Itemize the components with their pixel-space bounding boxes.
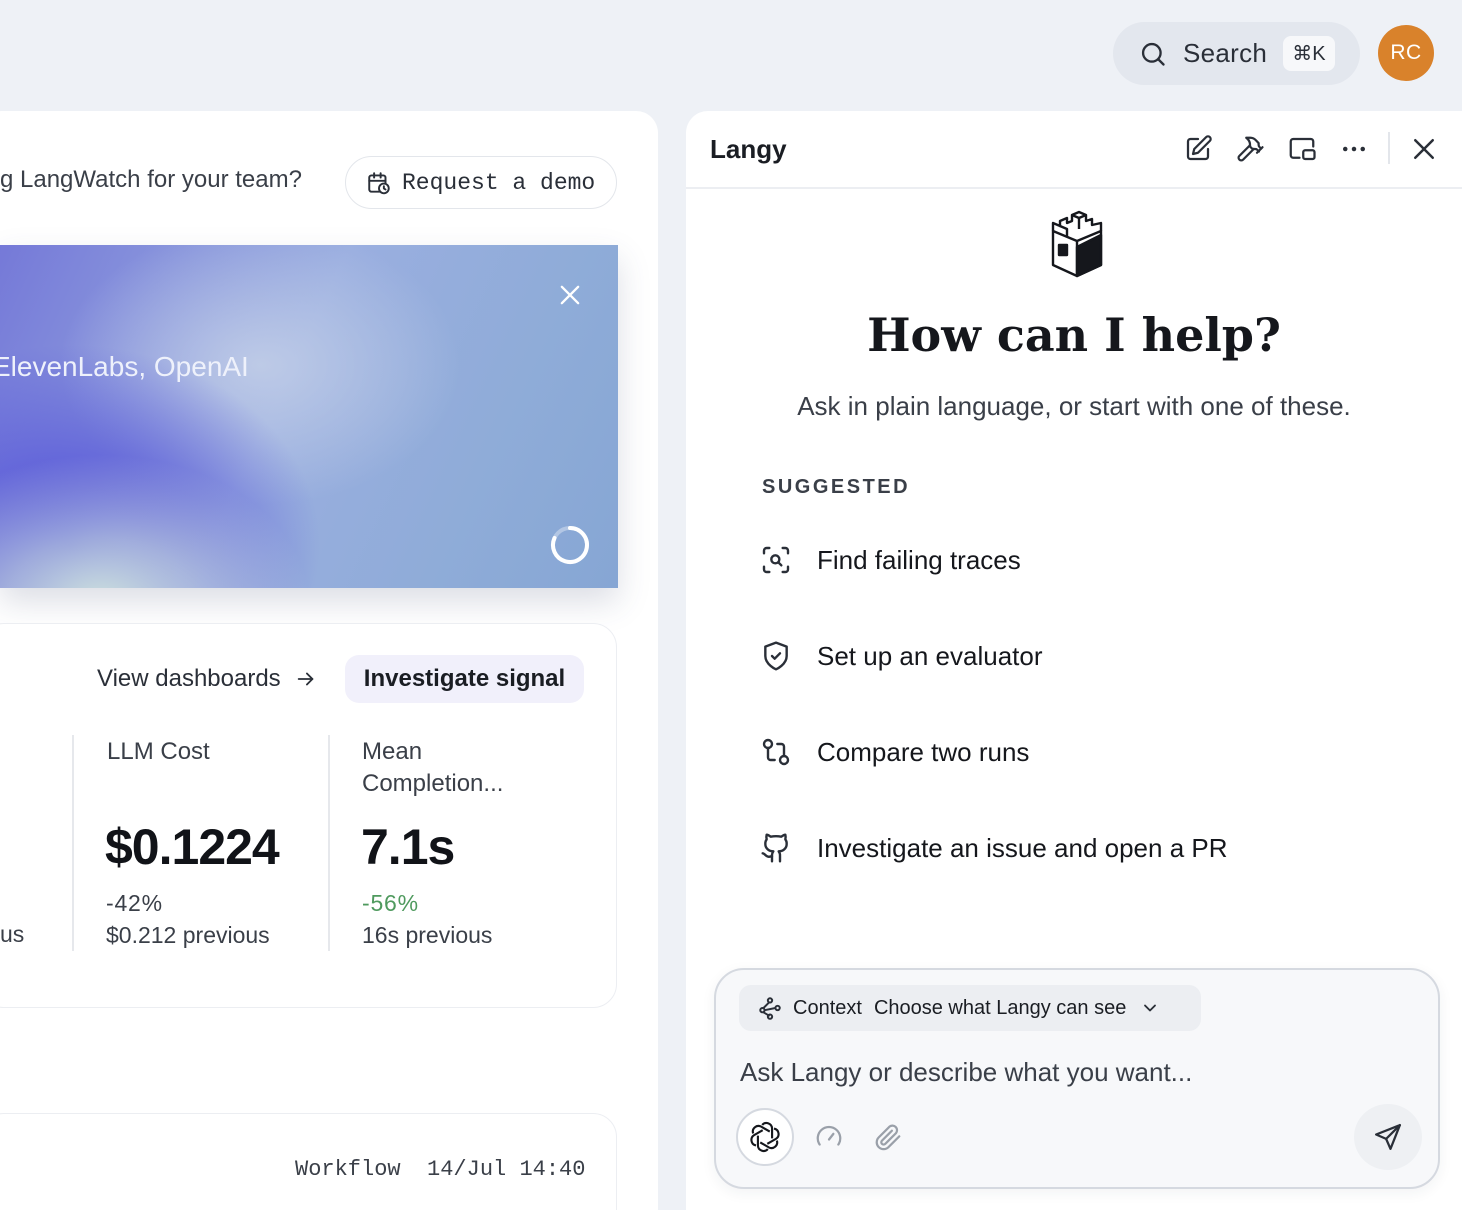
arrow-right-icon [297,672,314,686]
banner-close-icon[interactable] [556,281,584,309]
more-options-icon[interactable] [1339,134,1369,164]
workflow-label: Workflow [295,1157,401,1182]
request-demo-label: Request a demo [402,169,596,196]
metric-label-mean-completion: Mean Completion... [362,738,504,797]
github-icon [761,833,788,863]
suggestion-set-up-evaluator[interactable]: Set up an evaluator [760,636,1043,676]
hero-banner: ElevenLabs, OpenAI [0,245,618,588]
view-dashboards-link[interactable]: View dashboards [97,665,317,693]
metric-delta-llm-cost: -42% [106,890,163,916]
suggestion-compare-two-runs[interactable]: Compare two runs [760,732,1029,772]
metric-delta-mean-completion: -56% [362,890,419,916]
panel-title: Langy [710,134,787,164]
search-icon [1141,42,1165,66]
picture-in-picture-icon[interactable] [1287,134,1317,164]
model-selector-button[interactable] [736,1108,794,1166]
send-button[interactable] [1354,1104,1422,1170]
suggestion-label: Compare two runs [817,736,1030,767]
suggestion-label: Find failing traces [817,544,1021,575]
new-chat-icon[interactable] [1183,134,1213,164]
metric-label-llm-cost: LLM Cost [107,738,210,765]
metric-divider [328,735,330,951]
team-prompt-text: g LangWatch for your team? [0,166,302,193]
metric-divider [72,735,74,951]
workflow-timestamp: 14/Jul 14:40 [427,1157,586,1182]
metric-value-llm-cost: $0.1224 [105,819,280,875]
git-compare-icon [762,738,790,766]
workflow-row: Workflow 14/Jul 14:40 [295,1157,585,1182]
view-dashboards-label: View dashboards [97,665,281,692]
loading-spinner-icon [551,526,589,564]
search-label: Search [1183,38,1268,68]
help-subheading: Ask in plain language, or start with one… [797,391,1351,421]
avatar[interactable]: RC [1378,25,1434,81]
openai-icon [750,1122,780,1152]
search-button[interactable]: Search ⌘K [1113,22,1360,85]
suggestion-investigate-issue[interactable]: Investigate an issue and open a PR [760,828,1228,868]
search-shortcut: ⌘K [1283,36,1335,71]
paperclip-icon[interactable] [873,1122,903,1152]
suggestion-label: Investigate an issue and open a PR [817,832,1228,863]
calendar-clock-icon [368,171,390,194]
investigate-signal-button[interactable]: Investigate signal [345,655,584,703]
hero-text: ElevenLabs, OpenAI [0,351,249,382]
help-heading: How can I help? [867,308,1281,362]
suggestion-label: Set up an evaluator [817,640,1043,671]
shield-check-icon [764,641,788,671]
hammer-icon[interactable] [1235,134,1265,164]
panel-header-divider [686,187,1462,189]
gauge-icon[interactable] [814,1122,844,1152]
suggested-label: SUGGESTED [762,476,911,498]
context-nodes-icon [759,997,781,1020]
chevron-down-icon [1144,1004,1157,1012]
metric-value-mean-completion: 7.1s [361,819,455,875]
context-value: Choose what Langy can see [873,996,1127,1019]
composer-input[interactable] [740,1054,1400,1090]
castle-logo-icon [1051,210,1103,278]
request-demo-button[interactable]: Request a demo [345,156,617,209]
close-icon[interactable] [1409,134,1439,164]
header-separator [1388,132,1390,164]
scan-search-icon [762,546,790,574]
metric-previous-mean-completion: 16s previous [362,922,493,948]
send-icon [1375,1124,1401,1150]
context-label: Context [793,996,862,1019]
metric-previous-clipped: us [0,921,25,947]
metric-previous-llm-cost: $0.212 previous [106,922,270,948]
suggestion-find-failing-traces[interactable]: Find failing traces [760,540,1021,580]
context-selector[interactable]: Context Choose what Langy can see [739,985,1201,1031]
